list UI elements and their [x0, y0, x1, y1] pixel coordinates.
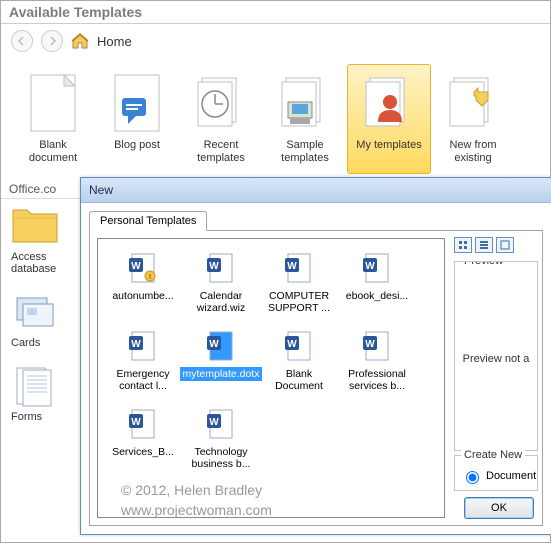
- dialog-button-row: OK: [454, 491, 538, 519]
- my-templates-icon: [357, 71, 421, 135]
- templates-row: Blank document Blog post Recent template…: [1, 58, 550, 180]
- cards-icon: [11, 293, 59, 333]
- template-my-templates[interactable]: My templates: [347, 64, 431, 174]
- dialog-right-pane: Preview Preview not a Create New Documen…: [452, 231, 542, 525]
- word-document-icon: W: [203, 251, 239, 287]
- template-label: Blog post: [114, 139, 160, 165]
- recent-templates-icon: [189, 71, 253, 135]
- home-icon[interactable]: [71, 33, 89, 49]
- preview-group: Preview Preview not a: [454, 261, 538, 451]
- svg-text:W: W: [209, 339, 219, 350]
- breadcrumb-home[interactable]: Home: [97, 34, 132, 49]
- svg-text:W: W: [131, 261, 141, 272]
- word-document-icon: W: [203, 407, 239, 443]
- new-template-dialog: New Personal Templates W! autonumbe... W…: [80, 177, 551, 535]
- template-new-from-existing[interactable]: New from existing: [431, 64, 515, 174]
- file-label: ebook_desi...: [344, 289, 410, 303]
- svg-text:W: W: [365, 261, 375, 272]
- template-sample-templates[interactable]: Sample templates: [263, 64, 347, 174]
- blog-post-icon: [105, 71, 169, 135]
- file-item[interactable]: W! autonumbe...: [104, 247, 182, 319]
- ok-button[interactable]: OK: [464, 497, 534, 519]
- template-label: Recent templates: [182, 139, 260, 165]
- svg-text:W: W: [365, 339, 375, 350]
- template-label: Blank document: [14, 139, 92, 165]
- dialog-tab-strip: Personal Templates: [89, 209, 543, 231]
- file-item[interactable]: W Calendar wizard.wiz: [182, 247, 260, 319]
- file-item[interactable]: W mytemplate.dotx: [182, 325, 260, 397]
- view-large-icons-button[interactable]: [454, 237, 472, 253]
- svg-text:W: W: [209, 417, 219, 428]
- word-document-icon: W: [125, 407, 161, 443]
- word-document-icon: W: [359, 329, 395, 365]
- word-document-icon: W: [203, 329, 239, 365]
- nav-forward-button[interactable]: [41, 30, 63, 52]
- category-cards[interactable]: Cards: [11, 293, 67, 349]
- dialog-content: W! autonumbe... W Calendar wizard.wiz W …: [89, 230, 543, 526]
- file-label: Professional services b...: [340, 367, 414, 393]
- file-item[interactable]: W Emergency contact l...: [104, 325, 182, 397]
- category-label: Access database: [11, 251, 67, 275]
- file-list-pane: W! autonumbe... W Calendar wizard.wiz W …: [97, 238, 445, 518]
- template-recent-templates[interactable]: Recent templates: [179, 64, 263, 174]
- template-blank-document[interactable]: Blank document: [11, 64, 95, 174]
- word-document-icon: W: [125, 329, 161, 365]
- category-forms[interactable]: Forms: [11, 367, 67, 423]
- breadcrumb-bar: Home: [1, 24, 550, 58]
- file-label: Services_B...: [110, 445, 176, 459]
- template-label: Sample templates: [266, 139, 344, 165]
- file-label: mytemplate.dotx: [180, 367, 261, 381]
- template-label: New from existing: [434, 139, 512, 165]
- category-label: Cards: [11, 337, 40, 349]
- word-document-icon: W: [359, 251, 395, 287]
- word-document-icon: W!: [125, 251, 161, 287]
- file-item[interactable]: W Professional services b...: [338, 325, 416, 397]
- file-item[interactable]: W ebook_desi...: [338, 247, 416, 319]
- category-access-databases[interactable]: Access database: [11, 207, 67, 275]
- view-list-button[interactable]: [475, 237, 493, 253]
- nav-back-button[interactable]: [11, 30, 33, 52]
- svg-text:!: !: [149, 274, 151, 281]
- forms-icon: [11, 367, 59, 407]
- file-label: Blank Document: [262, 367, 336, 393]
- file-label: COMPUTER SUPPORT ...: [262, 289, 336, 315]
- file-label: Technology business b...: [184, 445, 258, 471]
- template-label: My templates: [356, 139, 421, 165]
- create-document-radio[interactable]: Document: [461, 468, 531, 484]
- preview-label: Preview: [461, 261, 506, 267]
- svg-text:W: W: [131, 339, 141, 350]
- dialog-titlebar[interactable]: New: [81, 177, 551, 203]
- new-from-existing-icon: [441, 71, 505, 135]
- file-item[interactable]: W Services_B...: [104, 403, 182, 475]
- file-label: Calendar wizard.wiz: [184, 289, 258, 315]
- view-details-button[interactable]: [496, 237, 514, 253]
- blank-document-icon: [21, 71, 85, 135]
- svg-text:W: W: [287, 261, 297, 272]
- category-label: Forms: [11, 411, 42, 423]
- file-item[interactable]: W Blank Document: [260, 325, 338, 397]
- folder-icon: [11, 207, 59, 247]
- radio-label: Document: [486, 470, 536, 482]
- file-item[interactable]: W Technology business b...: [182, 403, 260, 475]
- sample-templates-icon: [273, 71, 337, 135]
- create-new-group: Create New Document: [454, 455, 538, 491]
- create-new-label: Create New: [461, 449, 525, 461]
- file-label: autonumbe...: [110, 289, 175, 303]
- word-document-icon: W: [281, 329, 317, 365]
- radio-input[interactable]: [466, 471, 479, 484]
- template-blog-post[interactable]: Blog post: [95, 64, 179, 174]
- svg-text:W: W: [209, 261, 219, 272]
- preview-text: Preview not a: [463, 353, 530, 365]
- page-title: Available Templates: [1, 1, 550, 24]
- file-item[interactable]: W COMPUTER SUPPORT ...: [260, 247, 338, 319]
- tab-personal-templates[interactable]: Personal Templates: [89, 211, 207, 231]
- view-buttons: [454, 237, 538, 257]
- svg-text:W: W: [131, 417, 141, 428]
- svg-text:W: W: [287, 339, 297, 350]
- file-label: Emergency contact l...: [106, 367, 180, 393]
- word-document-icon: W: [281, 251, 317, 287]
